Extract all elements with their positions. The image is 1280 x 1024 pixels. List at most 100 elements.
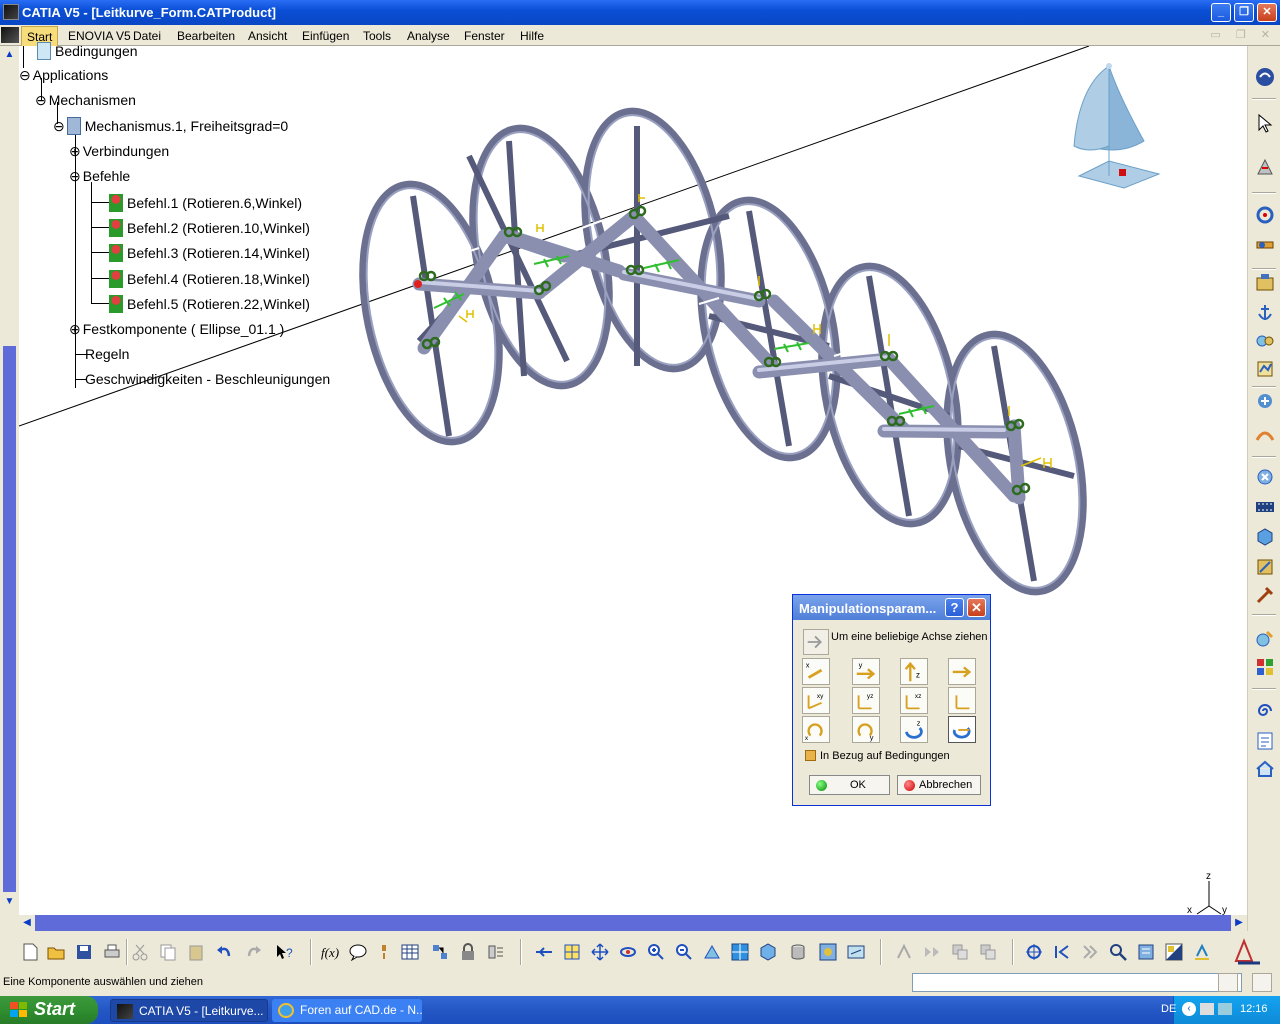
tree-node-mechanismen[interactable]: ⊖ Mechanismen <box>35 92 136 109</box>
tree-node-befehl-4[interactable]: Befehl.4 (Rotieren.18,Winkel) <box>109 270 310 288</box>
tree-node-mechanismus[interactable]: ⊖ Mechanismus.1, Freiheitsgrad=0 <box>53 117 288 135</box>
collapse-icon[interactable]: ⊖ <box>69 168 81 184</box>
horizontal-scrollbar[interactable]: ◀ ▶ <box>19 915 1247 931</box>
plane-any-icon[interactable] <box>948 687 976 714</box>
tray-chevron-icon[interactable]: ‹ <box>1182 1002 1196 1016</box>
fixed-part-icon[interactable] <box>1254 272 1276 294</box>
catalog-icon[interactable] <box>430 942 450 962</box>
speed-acceleration-icon[interactable] <box>1254 424 1276 446</box>
step-forward-icon[interactable] <box>1080 942 1100 962</box>
tools-icon[interactable] <box>1254 584 1276 606</box>
copy-icon[interactable] <box>158 942 178 962</box>
task-browser[interactable]: Foren auf CAD.de - N... <box>272 999 422 1022</box>
law-icon[interactable] <box>1254 730 1276 752</box>
tree-node-befehl-2[interactable]: Befehl.2 (Rotieren.10,Winkel) <box>109 219 310 237</box>
pan-icon[interactable] <box>590 942 610 962</box>
save-icon[interactable] <box>74 942 94 962</box>
rotate-z-icon[interactable]: z <box>900 716 928 743</box>
lock-icon[interactable] <box>458 942 478 962</box>
open-icon[interactable] <box>46 942 66 962</box>
shading-icon[interactable] <box>788 942 808 962</box>
prismatic-joint-icon[interactable] <box>1254 234 1276 256</box>
mechanism-analysis-icon[interactable] <box>1254 358 1276 380</box>
scroll-down-icon[interactable]: ▼ <box>2 896 17 912</box>
vertical-scrollbar[interactable]: ▲ ▼ <box>0 46 19 915</box>
anchor-icon[interactable] <box>1254 302 1276 324</box>
home-icon[interactable] <box>1254 758 1276 780</box>
tree-node-befehl-5[interactable]: Befehl.5 (Rotieren.22,Winkel) <box>109 295 310 313</box>
volume-icon[interactable] <box>1218 1003 1232 1015</box>
tree-node-befehl-3[interactable]: Befehl.3 (Rotieren.14,Winkel) <box>109 244 310 262</box>
assembly-icon[interactable] <box>486 942 506 962</box>
fit-all-icon[interactable] <box>562 942 582 962</box>
revolute-joint-icon[interactable] <box>1254 204 1276 226</box>
collapse-icon[interactable]: ⊖ <box>53 118 65 134</box>
catia-app-icon[interactable] <box>3 4 19 20</box>
plane-xz-icon[interactable]: xz <box>900 687 928 714</box>
section-icon[interactable] <box>978 942 998 962</box>
redo-icon[interactable] <box>244 942 264 962</box>
close-icon[interactable]: ✕ <box>1257 3 1277 22</box>
clash-icon[interactable] <box>1254 466 1276 488</box>
ok-button[interactable]: OK <box>809 775 890 795</box>
command-input[interactable] <box>912 973 1242 992</box>
mdi-window-buttons[interactable]: ▭ ❐ ✕ <box>1210 28 1276 41</box>
knowledge-advisor-icon[interactable] <box>348 942 368 962</box>
minimize-icon[interactable]: _ <box>1211 3 1231 22</box>
collapse-icon[interactable]: ⊖ <box>35 92 47 108</box>
whats-this-icon[interactable]: ? <box>274 942 294 962</box>
expand-icon[interactable]: ⊕ <box>69 321 81 337</box>
cut-icon[interactable] <box>130 942 150 962</box>
scroll-track[interactable] <box>3 346 16 892</box>
constraint-checkbox[interactable] <box>805 750 816 761</box>
formula-icon[interactable]: f(x) <box>320 942 340 962</box>
network-icon[interactable] <box>1200 1003 1214 1015</box>
color-icon[interactable] <box>1164 942 1184 962</box>
dialog-title-bar[interactable]: Manipulationsparam... ? ✕ <box>793 595 990 620</box>
tree-node-befehle[interactable]: ⊖ Befehle <box>69 168 130 185</box>
menu-analyse[interactable]: Analyse <box>407 29 450 43</box>
undo-icon[interactable] <box>214 942 234 962</box>
plane-xy-icon[interactable]: xy <box>802 687 830 714</box>
menu-fenster[interactable]: Fenster <box>464 29 505 43</box>
hide-show-icon[interactable] <box>818 942 838 962</box>
tree-node-geschwindigkeiten[interactable]: Geschwindigkeiten - Beschleunigungen <box>85 371 330 387</box>
check-icon[interactable] <box>374 942 394 962</box>
iso-view-icon[interactable] <box>758 942 778 962</box>
menu-bearbeiten[interactable]: Bearbeiten <box>177 29 235 43</box>
film-icon[interactable] <box>1254 496 1276 518</box>
print-icon[interactable] <box>102 942 122 962</box>
menu-ansicht[interactable]: Ansicht <box>248 29 287 43</box>
catia-document-icon[interactable] <box>1 27 19 43</box>
table-icon[interactable] <box>400 942 420 962</box>
plane-yz-icon[interactable]: yz <box>852 687 880 714</box>
power-input-button[interactable] <box>1218 973 1238 992</box>
joint-tool-icon[interactable] <box>894 942 914 962</box>
compare-icon[interactable] <box>950 942 970 962</box>
tree-node-applications[interactable]: ⊖ Applications <box>19 67 108 84</box>
spiral-icon[interactable] <box>1254 700 1276 722</box>
rotate-axis-icon[interactable] <box>948 716 976 743</box>
scroll-left-icon[interactable]: ◀ <box>19 915 35 931</box>
rotate-x-icon[interactable]: x <box>802 716 830 743</box>
dmu-kinematics-icon[interactable] <box>1254 66 1276 88</box>
swept-volume-icon[interactable] <box>1254 556 1276 578</box>
search-icon[interactable] <box>1108 942 1128 962</box>
rotate-icon[interactable] <box>618 942 638 962</box>
menu-hilfe[interactable]: Hilfe <box>520 29 544 43</box>
close-icon[interactable]: ✕ <box>967 598 986 617</box>
tree-node-festkomponente[interactable]: ⊕ Festkomponente ( Ellipse_01.1 ) <box>69 321 284 338</box>
rewind-icon[interactable] <box>1052 942 1072 962</box>
expand-icon[interactable]: ⊕ <box>69 143 81 159</box>
scroll-thumb[interactable] <box>3 68 16 348</box>
rotate-y-icon[interactable]: y <box>852 716 880 743</box>
new-icon[interactable] <box>20 942 40 962</box>
drag-axis-icon[interactable] <box>803 629 829 655</box>
translate-x-icon[interactable]: x <box>802 658 830 685</box>
paste-icon[interactable] <box>186 942 206 962</box>
trace-icon[interactable] <box>1254 628 1276 650</box>
translate-z-icon[interactable]: z <box>900 658 928 685</box>
scroll-right-icon[interactable]: ▶ <box>1231 915 1247 931</box>
menu-datei[interactable]: Datei <box>133 29 161 43</box>
task-catia[interactable]: CATIA V5 - [Leitkurve... <box>110 999 268 1022</box>
